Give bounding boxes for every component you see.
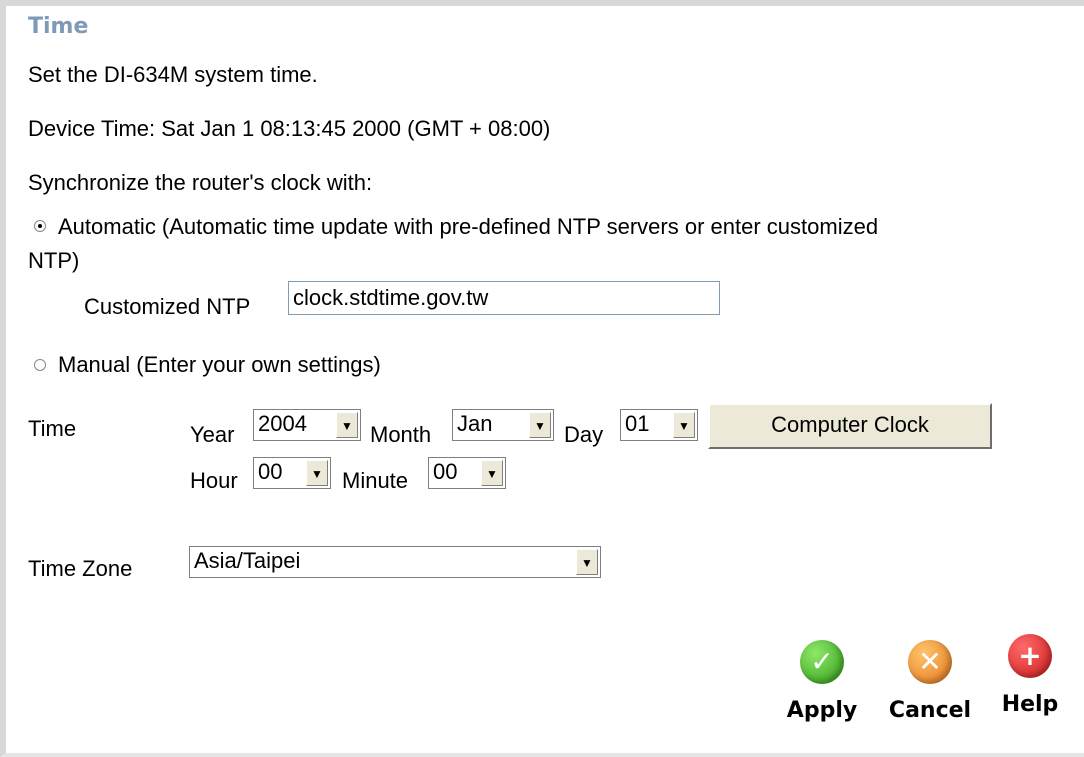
day-label: Day (564, 422, 604, 447)
cancel-label: Cancel (888, 698, 972, 723)
chevron-down-icon: ▼ (481, 460, 503, 486)
ntp-label: Customized NTP (84, 294, 251, 319)
day-value: 01 (625, 411, 650, 436)
chevron-down-icon: ▼ (529, 412, 551, 438)
sync-label: Synchronize the router's clock with: (28, 170, 373, 195)
year-value: 2004 (258, 411, 307, 436)
year-select[interactable]: 2004 ▼ (253, 409, 361, 441)
apply-button[interactable]: ✓ Apply (782, 640, 862, 723)
ntp-input[interactable]: clock.stdtime.gov.tw (288, 281, 720, 315)
year-label: Year (190, 422, 235, 447)
intro-text: Set the DI-634M system time. (28, 62, 318, 87)
month-value: Jan (457, 411, 493, 436)
hour-select[interactable]: 00 ▼ (253, 457, 331, 489)
plus-icon: + (1008, 634, 1052, 678)
help-label: Help (1001, 692, 1059, 717)
apply-label: Apply (786, 698, 858, 723)
chevron-down-icon: ▼ (306, 460, 328, 486)
computer-clock-button[interactable]: Computer Clock (708, 403, 992, 449)
time-label: Time (28, 416, 77, 441)
manual-radio[interactable] (34, 359, 46, 371)
device-time-text: Device Time: Sat Jan 1 08:13:45 2000 (GM… (28, 116, 551, 141)
automatic-label: Automatic (Automatic time update with pr… (58, 214, 879, 239)
automatic-radio[interactable] (34, 220, 46, 232)
timezone-value: Asia/Taipei (194, 548, 301, 573)
hour-label: Hour (190, 468, 238, 493)
minute-label: Minute (342, 468, 409, 493)
timezone-label: Time Zone (28, 556, 133, 581)
chevron-down-icon: ▼ (673, 412, 695, 438)
timezone-select[interactable]: Asia/Taipei ▼ (189, 546, 601, 578)
manual-label: Manual (Enter your own settings) (58, 352, 381, 377)
minute-value: 00 (433, 459, 458, 484)
month-select[interactable]: Jan ▼ (452, 409, 554, 441)
hour-value: 00 (258, 459, 283, 484)
x-icon: ✕ (908, 640, 952, 684)
chevron-down-icon: ▼ (336, 412, 358, 438)
checkmark-icon: ✓ (800, 640, 844, 684)
help-button[interactable]: + Help (996, 634, 1064, 717)
minute-select[interactable]: 00 ▼ (428, 457, 506, 489)
month-label: Month (370, 422, 432, 447)
section-title: Time (28, 14, 89, 39)
cancel-button[interactable]: ✕ Cancel (882, 640, 978, 723)
day-select[interactable]: 01 ▼ (620, 409, 698, 441)
automatic-label-cont: NTP) (28, 248, 80, 273)
chevron-down-icon: ▼ (576, 549, 598, 575)
